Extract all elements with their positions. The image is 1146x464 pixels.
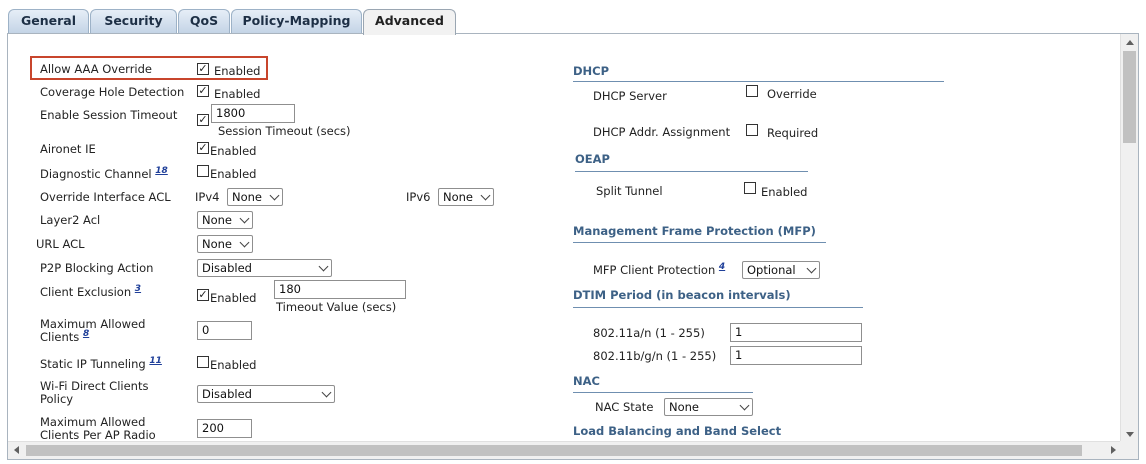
ipv6-acl-select[interactable]: None	[438, 188, 494, 206]
dhcp-server-override-text: Override	[767, 87, 817, 101]
chevron-down-icon	[480, 190, 491, 201]
exclusion-timeout-input[interactable]: 180	[274, 280, 406, 299]
layer2-acl-select[interactable]: None	[197, 211, 253, 229]
dhcp-addr-required-checkbox[interactable]	[746, 124, 758, 136]
scroll-left-arrow-icon[interactable]	[14, 446, 19, 454]
layer2-acl-label: Layer2 Acl	[40, 213, 101, 227]
chevron-down-icon	[806, 263, 817, 274]
diagnostic-channel-checkbox[interactable]	[197, 165, 209, 177]
vertical-scroll-thumb[interactable]	[1123, 51, 1136, 143]
dtim-section-title: DTIM Period (in beacon intervals)	[573, 288, 791, 302]
dhcp-server-label: DHCP Server	[593, 89, 667, 103]
diagnostic-channel-label: Diagnostic Channel 18	[40, 166, 168, 181]
tab-general[interactable]: General	[8, 9, 89, 33]
ipv4-acl-select[interactable]: None	[227, 188, 283, 206]
aironet-ie-text: Enabled	[210, 144, 257, 158]
chevron-down-icon	[239, 213, 250, 224]
static-ip-tunneling-label: Static IP Tunneling 11	[40, 356, 162, 371]
chevron-down-icon	[318, 261, 329, 272]
nac-divider	[573, 392, 753, 393]
static-ip-tunneling-checkbox[interactable]	[197, 356, 209, 368]
diagnostic-channel-text: Enabled	[210, 167, 257, 181]
wifi-direct-clients-policy-label: Wi-Fi Direct Clients Policy	[40, 379, 149, 406]
coverage-hole-detection-text: Enabled	[214, 87, 261, 101]
url-acl-label: URL ACL	[36, 237, 85, 251]
chevron-down-icon	[321, 387, 332, 398]
tab-advanced[interactable]: Advanced	[363, 9, 456, 35]
mfp-client-protection-footnote[interactable]: 4	[719, 262, 725, 272]
mfp-divider	[573, 242, 826, 243]
split-tunnel-label: Split Tunnel	[596, 184, 663, 198]
advanced-panel: Allow AAA Override ✓ Enabled Coverage Ho…	[7, 33, 1139, 460]
session-timeout-sublabel: Session Timeout (secs)	[218, 124, 351, 138]
vertical-scrollbar[interactable]	[1120, 34, 1138, 443]
max-clients-per-ap-radio-label: Maximum Allowed Clients Per AP Radio	[40, 415, 156, 442]
diagnostic-channel-footnote[interactable]: 18	[155, 166, 168, 176]
chevron-down-icon	[739, 400, 750, 411]
dtim-80211bgn-label: 802.11b/g/n (1 - 255)	[593, 349, 717, 363]
enable-session-timeout-label: Enable Session Timeout	[40, 108, 178, 122]
horizontal-scrollbar[interactable]	[8, 441, 1122, 459]
client-exclusion-label: Client Exclusion 3	[40, 284, 142, 299]
coverage-hole-detection-checkbox[interactable]: ✓	[197, 85, 209, 97]
split-tunnel-text: Enabled	[761, 185, 808, 199]
enable-session-timeout-checkbox[interactable]: ✓	[197, 114, 209, 126]
scroll-right-arrow-icon[interactable]	[1111, 446, 1116, 454]
dhcp-addr-assignment-label: DHCP Addr. Assignment	[593, 125, 731, 139]
horizontal-scroll-thumb[interactable]	[26, 445, 1082, 456]
wifi-direct-clients-policy-select[interactable]: Disabled	[197, 385, 335, 403]
maximum-allowed-clients-footnote[interactable]: 8	[83, 329, 89, 339]
ipv4-label: IPv4	[195, 190, 220, 204]
dtim-divider	[573, 307, 863, 308]
chevron-down-icon	[269, 190, 280, 201]
scrollbar-corner	[1120, 441, 1138, 459]
mfp-client-protection-select[interactable]: Optional	[742, 261, 820, 279]
dtim-80211an-label: 802.11a/n (1 - 255)	[593, 326, 705, 340]
mfp-section-title: Management Frame Protection (MFP)	[573, 224, 816, 238]
p2p-blocking-action-select[interactable]: Disabled	[197, 259, 332, 277]
override-interface-acl-label: Override Interface ACL	[40, 190, 171, 204]
dhcp-divider	[573, 81, 944, 82]
ipv6-label: IPv6	[406, 190, 431, 204]
url-acl-select[interactable]: None	[197, 235, 253, 253]
coverage-hole-detection-label: Coverage Hole Detection	[40, 85, 185, 99]
chevron-down-icon	[239, 237, 250, 248]
allow-aaa-override-checkbox[interactable]: ✓	[197, 63, 209, 75]
dhcp-addr-required-text: Required	[767, 126, 819, 140]
client-exclusion-text: Enabled	[210, 291, 257, 305]
allow-aaa-override-text: Enabled	[214, 64, 261, 78]
p2p-blocking-action-label: P2P Blocking Action	[40, 261, 154, 275]
maximum-allowed-clients-input[interactable]: 0	[197, 321, 252, 340]
dhcp-server-override-checkbox[interactable]	[746, 85, 758, 97]
client-exclusion-footnote[interactable]: 3	[135, 284, 141, 294]
tab-security[interactable]: Security	[90, 9, 177, 33]
static-ip-tunneling-footnote[interactable]: 11	[149, 356, 162, 366]
exclusion-timeout-sublabel: Timeout Value (secs)	[276, 300, 397, 314]
max-clients-per-ap-radio-input[interactable]: 200	[197, 419, 252, 438]
oeap-section-title: OEAP	[575, 152, 610, 166]
tab-qos[interactable]: QoS	[178, 9, 230, 33]
allow-aaa-override-label: Allow AAA Override	[40, 62, 153, 76]
aironet-ie-checkbox[interactable]: ✓	[197, 142, 209, 154]
dtim-80211an-input[interactable]: 1	[730, 323, 862, 342]
mfp-client-protection-label: MFP Client Protection 4	[593, 262, 726, 277]
static-ip-tunneling-text: Enabled	[210, 358, 257, 372]
dhcp-section-title: DHCP	[573, 64, 610, 78]
scroll-down-arrow-icon[interactable]	[1126, 432, 1134, 437]
split-tunnel-checkbox[interactable]	[744, 182, 756, 194]
session-timeout-input[interactable]: 1800	[211, 104, 295, 123]
dtim-80211bgn-input[interactable]: 1	[730, 346, 862, 365]
client-exclusion-checkbox[interactable]: ✓	[197, 289, 209, 301]
scroll-up-arrow-icon[interactable]	[1126, 40, 1134, 45]
maximum-allowed-clients-label: Maximum Allowed Clients 8	[40, 317, 146, 344]
nac-state-select[interactable]: None	[664, 398, 753, 416]
nac-state-label: NAC State	[595, 400, 654, 414]
aironet-ie-label: Aironet IE	[40, 142, 96, 156]
load-balancing-section-title: Load Balancing and Band Select	[573, 424, 782, 438]
oeap-divider	[575, 171, 808, 172]
tab-policy-mapping[interactable]: Policy-Mapping	[231, 9, 362, 33]
nac-section-title: NAC	[573, 374, 600, 388]
